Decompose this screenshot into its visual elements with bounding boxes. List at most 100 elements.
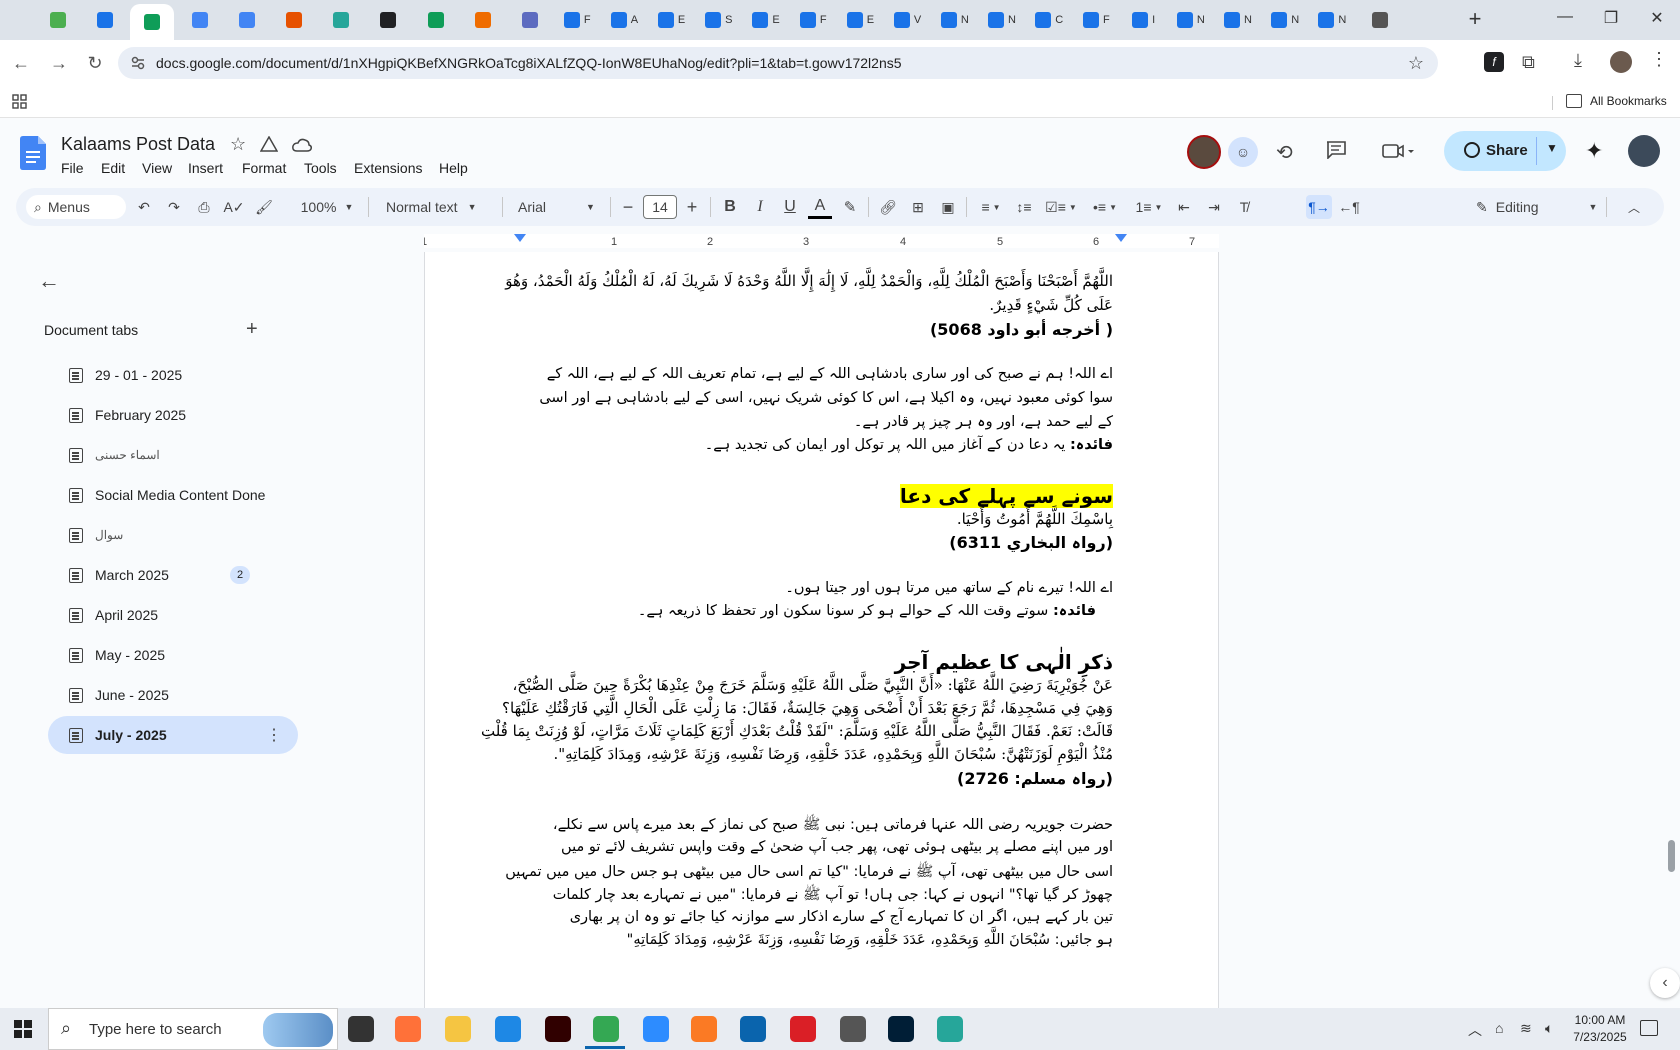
- menus-search[interactable]: ⌕ Menus: [26, 195, 126, 219]
- text-color-button[interactable]: A: [808, 195, 832, 219]
- docs-logo-icon[interactable]: [20, 136, 46, 170]
- browser-tab[interactable]: [366, 6, 410, 34]
- browser-tab[interactable]: N: [1216, 6, 1260, 34]
- font-size-input[interactable]: 14: [643, 195, 677, 219]
- browser-tab[interactable]: [461, 6, 505, 34]
- underline-button[interactable]: U: [778, 195, 802, 219]
- checklist-icon[interactable]: ☑≡ ▼: [1042, 195, 1080, 219]
- move-icon[interactable]: [260, 136, 278, 152]
- new-tab-button[interactable]: +: [1462, 8, 1488, 32]
- reload-icon[interactable]: ↻: [84, 52, 106, 74]
- extensions-puzzle-icon[interactable]: ⧉: [1522, 52, 1535, 73]
- line-spacing-icon[interactable]: ↕≡: [1012, 195, 1036, 219]
- decrease-indent-icon[interactable]: ⇤: [1172, 195, 1196, 219]
- undo-icon[interactable]: ↶: [132, 195, 156, 219]
- profile-avatar[interactable]: [1610, 51, 1632, 73]
- left-to-right-icon[interactable]: ¶→: [1306, 195, 1332, 219]
- browser-tab[interactable]: V: [886, 6, 930, 34]
- maximize-button[interactable]: ❐: [1588, 8, 1634, 32]
- meet-icon[interactable]: ☺: [1228, 137, 1258, 167]
- app-icon[interactable]: [937, 1016, 963, 1042]
- notifications-icon[interactable]: [1640, 1020, 1658, 1036]
- document-tab-item[interactable]: July - 2025 ⋮: [48, 716, 298, 754]
- task-view-icon[interactable]: [348, 1016, 374, 1042]
- menu-file[interactable]: File: [61, 160, 84, 176]
- document-tab-item[interactable]: April 2025: [48, 596, 298, 634]
- browser-tab[interactable]: [130, 4, 175, 40]
- browser-tab[interactable]: I: [1122, 6, 1166, 34]
- browser-tab[interactable]: N: [1169, 6, 1213, 34]
- zoom-icon[interactable]: [643, 1016, 669, 1042]
- document-tab-item[interactable]: February 2025: [48, 396, 298, 434]
- bookmark-star-icon[interactable]: ☆: [1408, 53, 1424, 74]
- side-panel-toggle-icon[interactable]: ‹: [1650, 968, 1680, 998]
- document-tab-item[interactable]: May - 2025: [48, 636, 298, 674]
- print-icon[interactable]: ⎙: [192, 195, 216, 219]
- scrollbar-thumb[interactable]: [1668, 840, 1675, 872]
- address-bar[interactable]: docs.google.com/document/d/1nXHgpiQKBefX…: [118, 47, 1438, 79]
- browser-tab[interactable]: [508, 6, 552, 34]
- menu-tools[interactable]: Tools: [304, 160, 337, 176]
- network-status-icon[interactable]: ⌂: [1495, 1020, 1503, 1036]
- style-select[interactable]: Normal text ▼: [378, 195, 496, 219]
- collaborator-avatar[interactable]: [1187, 135, 1221, 169]
- browser-tab[interactable]: A: [602, 6, 646, 34]
- menu-view[interactable]: View: [142, 160, 172, 176]
- extension-icon[interactable]: f: [1484, 52, 1504, 72]
- browser-tab[interactable]: F: [791, 6, 835, 34]
- browser-tab[interactable]: N: [1263, 6, 1307, 34]
- forward-icon[interactable]: →: [48, 52, 70, 74]
- apps-grid-icon[interactable]: [12, 94, 28, 110]
- document-tab-item[interactable]: Social Media Content Done: [48, 476, 298, 514]
- document-tab-item[interactable]: سوال: [48, 516, 298, 554]
- browser-tab[interactable]: [272, 6, 316, 34]
- vscode-icon[interactable]: [495, 1016, 521, 1042]
- browser-menu-icon[interactable]: ⋮: [1650, 49, 1668, 70]
- menu-help[interactable]: Help: [439, 160, 468, 176]
- editing-mode-select[interactable]: ✎ Editing ▼: [1468, 195, 1598, 219]
- browser-tab[interactable]: F: [555, 6, 599, 34]
- decrease-font-size-button[interactable]: −: [618, 195, 638, 219]
- paint-format-icon[interactable]: 🖌︎: [252, 195, 276, 219]
- download-icon[interactable]: ⤓: [1574, 50, 1582, 71]
- browser-tab[interactable]: [1358, 6, 1402, 34]
- numbered-list-icon[interactable]: 1≡ ▼: [1130, 195, 1168, 219]
- xampp-icon[interactable]: [691, 1016, 717, 1042]
- browser-tab[interactable]: E: [650, 6, 694, 34]
- add-comment-icon[interactable]: ⊞: [906, 195, 930, 219]
- menu-insert[interactable]: Insert: [188, 160, 223, 176]
- brush-tool-icon[interactable]: [840, 1016, 866, 1042]
- browser-tab[interactable]: [319, 6, 363, 34]
- illustrator-icon[interactable]: [545, 1016, 571, 1042]
- minimize-button[interactable]: —: [1542, 8, 1588, 32]
- browser-tab[interactable]: E: [744, 6, 788, 34]
- creative-cloud-icon[interactable]: [790, 1016, 816, 1042]
- chrome-icon[interactable]: [593, 1016, 619, 1042]
- document-tab-item[interactable]: March 2025 2: [48, 556, 298, 594]
- browser-tab[interactable]: N: [980, 6, 1024, 34]
- document-title[interactable]: Kalaams Post Data: [61, 134, 215, 155]
- insert-link-icon[interactable]: 🔗︎: [876, 195, 900, 219]
- increase-indent-icon[interactable]: ⇥: [1202, 195, 1226, 219]
- document-tab-item[interactable]: June - 2025: [48, 676, 298, 714]
- tab-options-icon[interactable]: ⋮: [266, 725, 282, 745]
- browser-tab[interactable]: E: [838, 6, 882, 34]
- clear-formatting-icon[interactable]: T̸: [1232, 195, 1256, 219]
- close-sidebar-back-icon[interactable]: ←: [38, 268, 60, 294]
- zoom-select[interactable]: 100% ▼: [292, 195, 362, 219]
- taskbar-search-box[interactable]: ⌕ Type here to search: [48, 1008, 338, 1050]
- menu-format[interactable]: Format: [242, 160, 286, 176]
- right-to-left-icon[interactable]: ←¶: [1336, 195, 1362, 219]
- photoshop-icon[interactable]: [888, 1016, 914, 1042]
- share-dropdown-icon[interactable]: ▼: [1546, 141, 1558, 155]
- font-select[interactable]: Arial ▼: [510, 195, 604, 219]
- spellcheck-icon[interactable]: A✓: [222, 195, 246, 219]
- firefox-icon[interactable]: [395, 1016, 421, 1042]
- browser-tab[interactable]: C: [1027, 6, 1071, 34]
- redo-icon[interactable]: ↷: [162, 195, 186, 219]
- browser-tab[interactable]: F: [1074, 6, 1118, 34]
- bulleted-list-icon[interactable]: •≡ ▼: [1086, 195, 1124, 219]
- browser-tab[interactable]: N: [1310, 6, 1354, 34]
- url-text[interactable]: docs.google.com/document/d/1nXHgpiQKBefX…: [156, 55, 902, 71]
- close-window-button[interactable]: ✕: [1634, 8, 1680, 32]
